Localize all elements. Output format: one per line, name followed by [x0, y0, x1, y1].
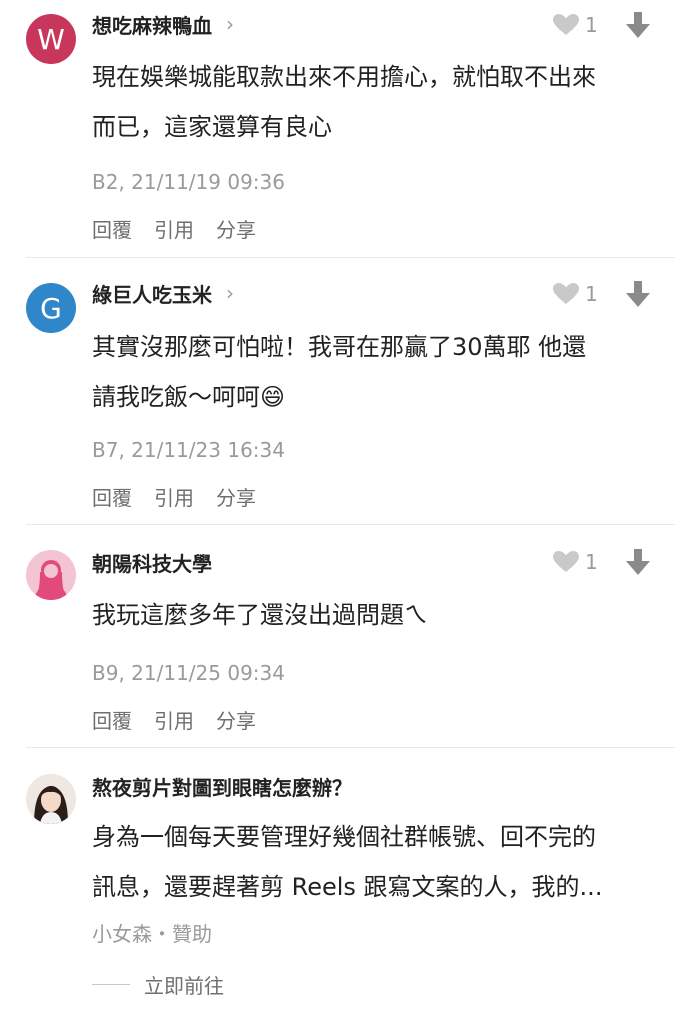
reply-button[interactable]: 回覆	[92, 705, 132, 734]
reply-button[interactable]: 回覆	[92, 482, 132, 511]
ad-sponsor: 小女森・贊助	[92, 922, 212, 946]
divider	[26, 257, 675, 258]
heart-icon	[553, 283, 579, 304]
quote-button[interactable]: 引用	[154, 705, 194, 734]
avatar-photo	[26, 774, 76, 824]
username[interactable]: 想吃麻辣鴨血	[92, 10, 212, 39]
down-arrow-icon[interactable]	[624, 547, 652, 577]
go-now-button[interactable]: 立即前往	[92, 970, 224, 999]
ad-title[interactable]: 熬夜剪片對圖到眼瞎怎麼辦？	[92, 772, 352, 801]
person-icon	[34, 560, 68, 600]
dash-divider	[92, 984, 130, 985]
heart-icon	[553, 551, 579, 572]
comment-meta: B2, 21/11/19 09:36	[92, 170, 285, 194]
share-button[interactable]: 分享	[216, 705, 256, 734]
comment-actions: 回覆 引用 分享	[92, 705, 256, 734]
comment-meta: B7, 21/11/23 16:34	[92, 438, 285, 462]
avatar-female[interactable]	[26, 550, 76, 600]
avatar-g[interactable]: G	[26, 283, 76, 333]
quote-button[interactable]: 引用	[154, 482, 194, 511]
comment-body: 我玩這麼多年了還沒出過問題ㄟ	[92, 601, 428, 629]
like-button[interactable]: 1	[553, 547, 598, 577]
heart-icon	[553, 14, 579, 35]
divider	[26, 747, 675, 748]
like-button[interactable]: 1	[553, 10, 598, 40]
username-row[interactable]: 綠巨人吃玉米 ›	[92, 278, 234, 308]
comment-body: 其實沒那麼可怕啦！我哥在那贏了30萬耶 他還 請我吃飯～呵呵😄	[92, 333, 587, 411]
comment-meta: B9, 21/11/25 09:34	[92, 661, 285, 685]
username[interactable]: 朝陽科技大學	[92, 548, 212, 577]
divider	[26, 524, 675, 525]
reply-button[interactable]: 回覆	[92, 214, 132, 243]
grinning-emoji: 😄	[260, 383, 286, 411]
chevron-right-icon: ›	[226, 12, 234, 36]
quote-button[interactable]: 引用	[154, 214, 194, 243]
username-row[interactable]: 想吃麻辣鴨血 ›	[92, 9, 234, 39]
down-arrow-icon[interactable]	[624, 10, 652, 40]
username-row[interactable]: 朝陽科技大學	[92, 547, 212, 577]
comment-actions: 回覆 引用 分享	[92, 482, 256, 511]
avatar-w[interactable]: W	[26, 14, 76, 64]
share-button[interactable]: 分享	[216, 482, 256, 511]
portrait-icon	[26, 774, 76, 824]
share-button[interactable]: 分享	[216, 214, 256, 243]
down-arrow-icon[interactable]	[624, 279, 652, 309]
like-count: 1	[585, 550, 598, 574]
chevron-right-icon: ›	[226, 281, 234, 305]
go-now-label[interactable]: 立即前往	[144, 970, 224, 999]
comment-body: 現在娛樂城能取款出來不用擔心，就怕取不出來 而已，這家還算有良心	[92, 63, 596, 141]
ad-body: 身為一個每天要管理好幾個社群帳號、回不完的 訊息，還要趕著剪 Reels 跟寫文…	[92, 823, 603, 901]
like-count: 1	[585, 13, 598, 37]
comment-actions: 回覆 引用 分享	[92, 214, 256, 243]
like-count: 1	[585, 282, 598, 306]
username[interactable]: 綠巨人吃玉米	[92, 279, 212, 308]
like-button[interactable]: 1	[553, 279, 598, 309]
